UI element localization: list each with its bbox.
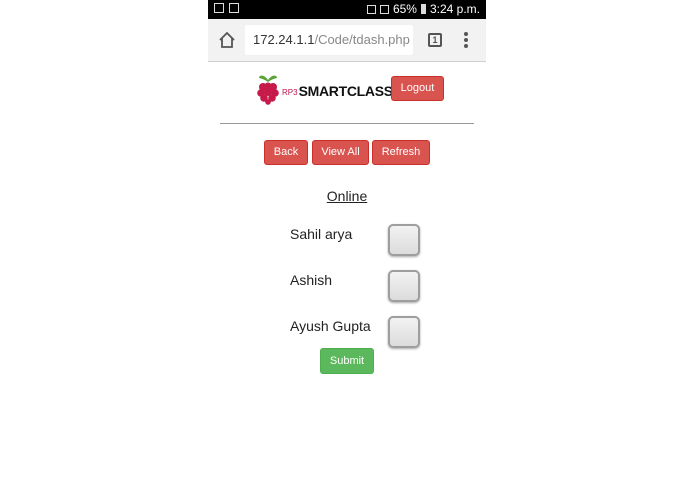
view-all-button[interactable]: View All <box>312 140 369 165</box>
refresh-button[interactable]: Refresh <box>372 140 430 165</box>
battery-percent: 65% <box>392 2 417 16</box>
signal-icon <box>379 4 389 14</box>
status-bar: 65% 3:24 p.m. <box>208 0 486 19</box>
student-name: Ayush Gupta <box>290 318 371 334</box>
phone-screen: 65% 3:24 p.m. 172.24.1.1/Code/tdash.php … <box>208 0 486 494</box>
tab-switcher-button[interactable]: 1 <box>428 33 442 47</box>
student-name: Ashish <box>290 272 333 288</box>
logo-prefix: RP3 <box>282 87 298 97</box>
mute-notification-icon <box>229 3 239 13</box>
header-divider <box>220 123 474 124</box>
clock: 3:24 p.m. <box>429 2 480 16</box>
logout-button[interactable]: Logout <box>391 76 444 101</box>
url-host: 172.24.1.1 <box>253 32 315 47</box>
student-checkbox[interactable] <box>388 270 420 302</box>
url-path: /Code/tdash.php <box>314 32 410 47</box>
browser-toolbar: 172.24.1.1/Code/tdash.php 1 <box>208 19 486 62</box>
section-title: Online <box>326 188 368 204</box>
home-icon[interactable] <box>218 31 236 49</box>
student-checkbox[interactable] <box>388 316 420 348</box>
overflow-menu-icon[interactable] <box>464 32 470 48</box>
battery-icon <box>420 4 426 14</box>
notification-icons <box>214 3 239 13</box>
raspberry-icon <box>257 75 279 105</box>
back-button[interactable]: Back <box>264 140 308 165</box>
submit-button[interactable]: Submit <box>320 348 374 374</box>
student-checkbox[interactable] <box>388 224 420 256</box>
logo-brand: SMARTCLASS <box>298 82 394 99</box>
logo: RP3 SMARTCLASS <box>256 73 393 105</box>
wifi-icon <box>366 4 376 14</box>
student-name: Sahil arya <box>290 226 353 242</box>
url-bar[interactable]: 172.24.1.1/Code/tdash.php <box>245 25 413 55</box>
status-right: 65% 3:24 p.m. <box>366 2 480 16</box>
image-notification-icon <box>214 3 224 13</box>
